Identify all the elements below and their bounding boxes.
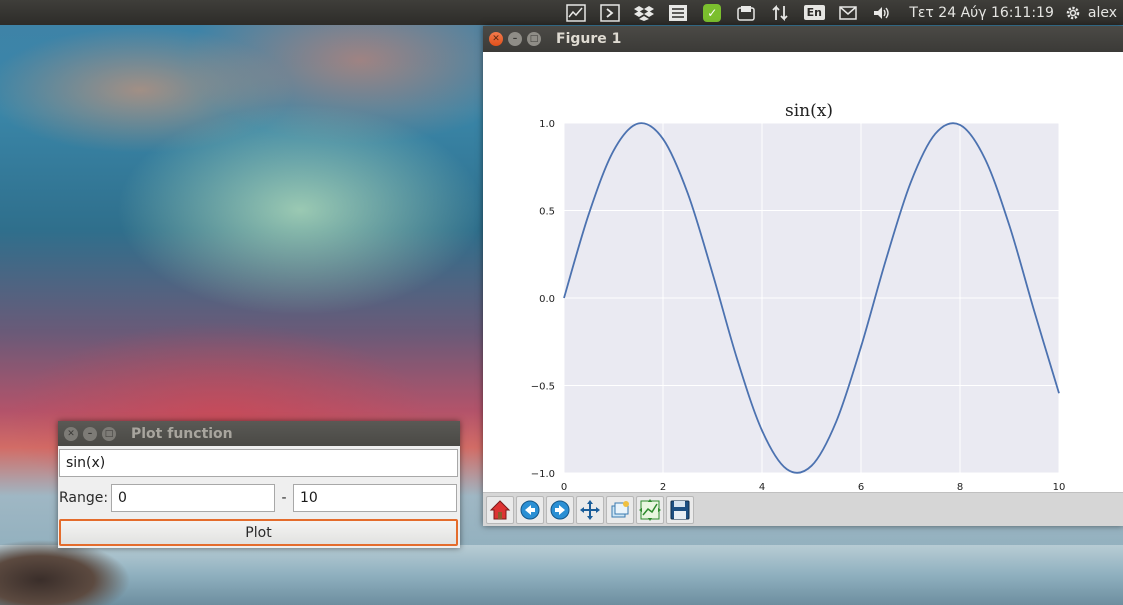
- x-tick-label: 2: [660, 482, 666, 492]
- x-tick-label: 8: [957, 482, 963, 492]
- zoom-rect-icon[interactable]: [606, 495, 634, 524]
- user-menu[interactable]: alex: [1088, 5, 1117, 21]
- y-tick-label: 0.0: [539, 294, 555, 305]
- minimize-window-button[interactable]: –: [508, 32, 522, 46]
- y-tick-label: −0.5: [531, 382, 555, 393]
- forward-arrow-icon[interactable]: [546, 495, 574, 524]
- function-input[interactable]: [59, 449, 458, 477]
- figure-window: ✕ – □ Figure 1 sin(x) 0 2 4 6 8 10 1.0 0.5 0.0 −0…: [483, 26, 1123, 526]
- keyboard-language-indicator[interactable]: En: [803, 3, 825, 23]
- range-separator: -: [281, 490, 287, 506]
- figure-titlebar[interactable]: ✕ – □ Figure 1: [483, 26, 1123, 52]
- sine-chart: sin(x) 0 2 4 6 8 10 1.0 0.5 0.0 −0.5 −1.0: [531, 101, 1066, 492]
- pan-move-icon[interactable]: [576, 495, 604, 524]
- y-tick-label: 1.0: [539, 119, 555, 130]
- x-tick-label: 10: [1053, 482, 1066, 492]
- y-tick-label: −1.0: [531, 469, 555, 480]
- volume-icon[interactable]: [871, 3, 893, 23]
- back-arrow-icon[interactable]: [516, 495, 544, 524]
- plot-function-window: ✕ – □ Plot function Range: - Plot: [58, 421, 460, 548]
- close-window-button[interactable]: ✕: [489, 32, 503, 46]
- plot-button[interactable]: Plot: [59, 519, 458, 546]
- range-from-input[interactable]: [111, 484, 275, 512]
- figure-title: Figure 1: [556, 31, 622, 47]
- minimize-window-button[interactable]: –: [83, 426, 97, 441]
- x-tick-label: 4: [759, 482, 765, 492]
- plot-function-title: Plot function: [131, 425, 233, 442]
- plot-function-titlebar[interactable]: ✕ – □ Plot function: [58, 421, 460, 446]
- close-window-button[interactable]: ✕: [64, 426, 78, 441]
- dropbox-icon[interactable]: [633, 3, 655, 23]
- terminal-icon[interactable]: [599, 3, 621, 23]
- save-floppy-icon[interactable]: [666, 495, 694, 524]
- top-panel: ✓ En Τετ 24 Αύγ 16:11:19 alex: [0, 0, 1123, 25]
- system-monitor-icon[interactable]: [565, 3, 587, 23]
- mail-icon[interactable]: [837, 3, 859, 23]
- configure-subplots-icon[interactable]: [636, 495, 664, 524]
- settings-gear-icon[interactable]: [1062, 3, 1084, 23]
- matplotlib-toolbar: [483, 492, 1123, 526]
- range-label: Range:: [59, 490, 109, 506]
- network-icon[interactable]: [769, 3, 791, 23]
- range-to-input[interactable]: [293, 484, 457, 512]
- x-tick-label: 6: [858, 482, 864, 492]
- security-shield-icon[interactable]: ✓: [701, 3, 723, 23]
- chart-title: sin(x): [785, 101, 833, 121]
- clock-datetime[interactable]: Τετ 24 Αύγ 16:11:19: [909, 5, 1054, 21]
- x-tick-label: 0: [561, 482, 567, 492]
- maximize-window-button[interactable]: □: [527, 32, 541, 46]
- tasks-list-icon[interactable]: [667, 3, 689, 23]
- y-tick-label: 0.5: [539, 207, 555, 218]
- mail-reader-icon[interactable]: [735, 3, 757, 23]
- home-icon[interactable]: [486, 495, 514, 524]
- wallpaper-sea: [0, 545, 1123, 605]
- maximize-window-button[interactable]: □: [102, 426, 116, 441]
- figure-canvas[interactable]: sin(x) 0 2 4 6 8 10 1.0 0.5 0.0 −0.5 −1.0: [483, 52, 1123, 518]
